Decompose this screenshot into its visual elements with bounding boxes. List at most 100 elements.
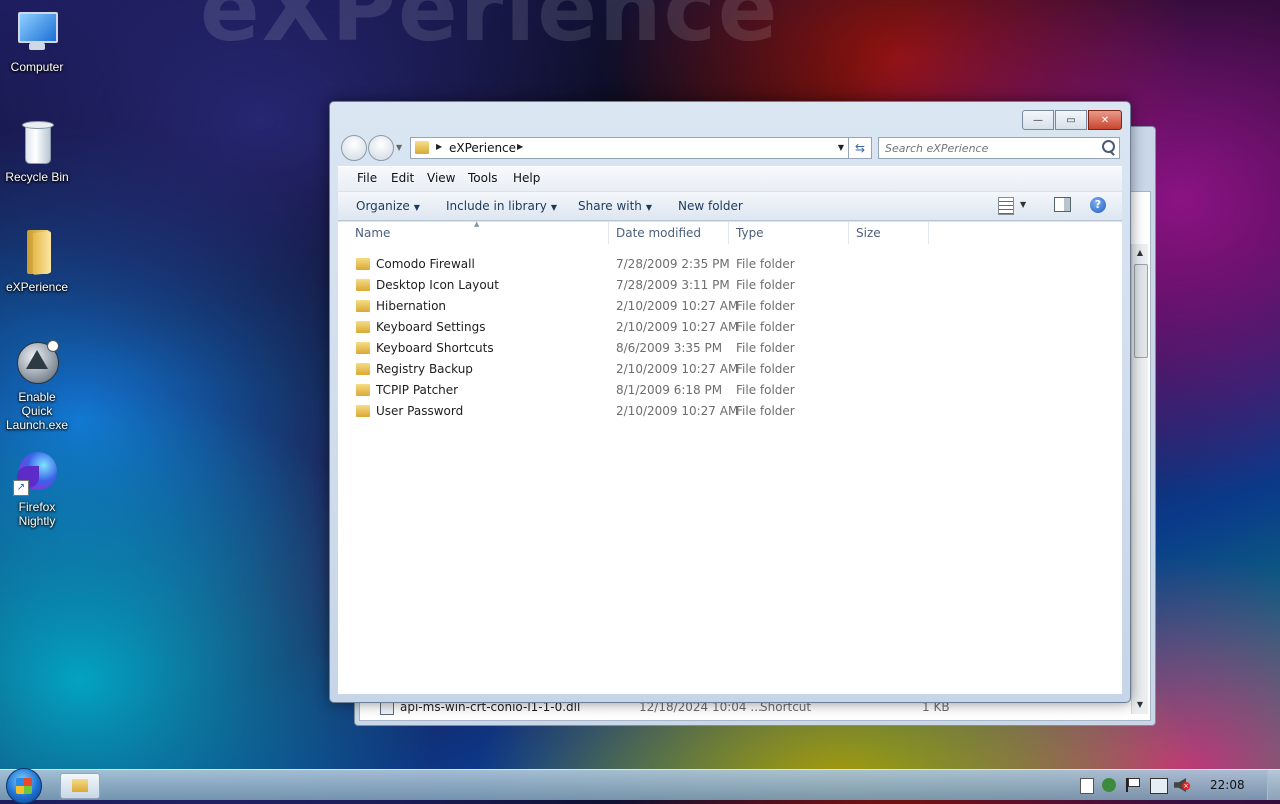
file-date: 8/1/2009 6:18 PM xyxy=(616,383,723,397)
scroll-up-icon[interactable]: ▲ xyxy=(1132,246,1148,260)
folder-icon xyxy=(356,342,370,354)
file-name: Desktop Icon Layout xyxy=(376,278,499,292)
file-name: Registry Backup xyxy=(376,362,473,376)
file-name: Hibernation xyxy=(376,299,447,313)
chevron-down-icon: ▼ xyxy=(550,203,558,212)
file-row[interactable]: Comodo Firewall 7/28/2009 2:35 PM File fol… xyxy=(338,254,1122,275)
organize-button[interactable]: Organize ▼ xyxy=(356,199,420,213)
refresh-button[interactable]: ⇆ xyxy=(848,137,872,159)
explorer-window[interactable]: — ▭ ✕ ▼ ▶ eXPerience ▶ ▼ ⇆ File Edit Vie… xyxy=(329,101,1131,703)
column-header-date-modified[interactable]: Date modified xyxy=(616,226,701,240)
quick-launch-icon xyxy=(13,338,61,386)
help-icon[interactable]: ? xyxy=(1090,197,1106,213)
chevron-down-icon: ▼ xyxy=(413,203,420,212)
file-date: 2/10/2009 10:27 AM xyxy=(616,320,739,334)
file-type: File folder xyxy=(736,320,795,334)
folder-icon xyxy=(356,363,370,375)
file-type: File folder xyxy=(736,278,795,292)
sort-indicator-icon: ▲ xyxy=(474,220,480,228)
breadcrumb-arrow-icon[interactable]: ▶ xyxy=(517,142,523,151)
column-divider[interactable] xyxy=(608,222,609,244)
back-button[interactable] xyxy=(341,135,367,161)
file-type: File folder xyxy=(736,362,795,376)
preview-pane-icon[interactable] xyxy=(1054,197,1071,212)
file-type: File folder xyxy=(736,383,795,397)
change-view-icon[interactable] xyxy=(998,197,1014,215)
menu-view[interactable]: View xyxy=(427,171,455,185)
new-folder-button[interactable]: New folder xyxy=(678,199,743,213)
file-row[interactable]: User Password 2/10/2009 10:27 AM File fold… xyxy=(338,401,1122,422)
column-header-type[interactable]: Type xyxy=(736,226,764,240)
file-date: 2/10/2009 10:27 AM xyxy=(616,362,739,376)
folder-icon xyxy=(356,279,370,291)
file-row[interactable]: Keyboard Shortcuts 8/6/2009 3:35 PM File f… xyxy=(338,338,1122,359)
menu-edit[interactable]: Edit xyxy=(391,171,414,185)
share-with-button[interactable]: Share with ▼ xyxy=(578,199,652,213)
forward-button[interactable] xyxy=(368,135,394,161)
file-row[interactable]: Desktop Icon Layout 7/28/2009 3:11 PM File… xyxy=(338,275,1122,296)
recent-pages-dropdown[interactable]: ▼ xyxy=(396,143,402,152)
file-name: User Password xyxy=(376,404,464,418)
search-icon[interactable] xyxy=(1102,140,1115,153)
search-input[interactable] xyxy=(883,139,1097,157)
desktop-icon-firefox-nightly[interactable]: ↗ Firefox Nightly xyxy=(0,448,74,528)
desktop-icon-enable-quick-launch[interactable]: Enable Quick Launch.exe xyxy=(0,338,74,432)
navigation-bar: ▼ ▶ eXPerience ▶ ▼ ⇆ xyxy=(338,135,1122,161)
chevron-down-icon: ▼ xyxy=(645,203,653,212)
search-box[interactable] xyxy=(878,137,1120,159)
file-row[interactable]: Registry Backup 2/10/2009 10:27 AM File fo… xyxy=(338,359,1122,380)
menu-bar: File Edit View Tools Help xyxy=(338,166,1122,191)
folder-icon xyxy=(415,141,429,154)
tray-security-icon[interactable] xyxy=(1102,778,1116,792)
minimize-button[interactable]: — xyxy=(1022,110,1054,130)
file-row[interactable]: Hibernation 2/10/2009 10:27 AM File folder xyxy=(338,296,1122,317)
breadcrumb-arrow-icon[interactable]: ▶ xyxy=(436,142,442,151)
folder-icon xyxy=(13,228,61,276)
desktop-icon-experience[interactable]: eXPerience xyxy=(0,228,74,294)
column-divider[interactable] xyxy=(848,222,849,244)
show-desktop-button[interactable] xyxy=(1267,770,1280,800)
file-type: File folder xyxy=(736,341,795,355)
tray-document-icon[interactable] xyxy=(1080,778,1094,794)
share-with-label: Share with xyxy=(578,199,642,213)
desktop-icon-label: Recycle Bin xyxy=(5,170,69,184)
folder-icon xyxy=(72,779,88,792)
scrollbar-thumb[interactable] xyxy=(1134,264,1148,358)
folder-icon xyxy=(356,384,370,396)
desktop-icon-computer[interactable]: Computer xyxy=(0,8,74,74)
breadcrumb-item[interactable]: eXPerience xyxy=(449,141,516,155)
file-name: Keyboard Shortcuts xyxy=(376,341,494,355)
include-in-library-button[interactable]: Include in library ▼ xyxy=(446,199,557,213)
maximize-button[interactable]: ▭ xyxy=(1055,110,1087,130)
background-window-scrollbar[interactable]: ▲ ▼ xyxy=(1131,244,1148,714)
column-header-name[interactable]: Name xyxy=(355,226,390,240)
view-options-dropdown-icon[interactable]: ▼ xyxy=(1020,200,1026,216)
desktop-icon-label: Enable Quick Launch.exe xyxy=(5,390,69,432)
file-date: 2/10/2009 10:27 AM xyxy=(616,299,739,313)
file-date: 2/10/2009 10:27 AM xyxy=(616,404,739,418)
file-name: TCPIP Patcher xyxy=(376,383,459,397)
menu-tools[interactable]: Tools xyxy=(468,171,498,185)
tray-network-icon[interactable] xyxy=(1150,778,1168,794)
scroll-down-icon[interactable]: ▼ xyxy=(1132,698,1148,712)
start-button[interactable] xyxy=(6,768,42,804)
address-dropdown-icon[interactable]: ▼ xyxy=(838,143,844,152)
file-list: ▲ Name Date modified Type Size Comodo Fi… xyxy=(338,220,1122,694)
taskbar-explorer-button[interactable] xyxy=(60,773,100,799)
desktop-icon-recycle-bin[interactable]: Recycle Bin xyxy=(0,118,74,184)
folder-icon xyxy=(356,258,370,270)
menu-file[interactable]: File xyxy=(357,171,377,185)
clock[interactable]: 22:08 xyxy=(1210,778,1245,792)
organize-label: Organize xyxy=(356,199,410,213)
include-in-library-label: Include in library xyxy=(446,199,547,213)
close-button[interactable]: ✕ xyxy=(1088,110,1122,130)
desktop-icon-label: Computer xyxy=(10,60,64,74)
file-row[interactable]: Keyboard Settings 2/10/2009 10:27 AM File … xyxy=(338,317,1122,338)
file-row[interactable]: TCPIP Patcher 8/1/2009 6:18 PM File folder xyxy=(338,380,1122,401)
file-date: 7/28/2009 2:35 PM xyxy=(616,257,730,271)
menu-help[interactable]: Help xyxy=(513,171,540,185)
column-divider[interactable] xyxy=(728,222,729,244)
column-divider[interactable] xyxy=(928,222,929,244)
column-header-size[interactable]: Size xyxy=(856,226,881,240)
tray-flag-icon[interactable] xyxy=(1126,778,1140,792)
